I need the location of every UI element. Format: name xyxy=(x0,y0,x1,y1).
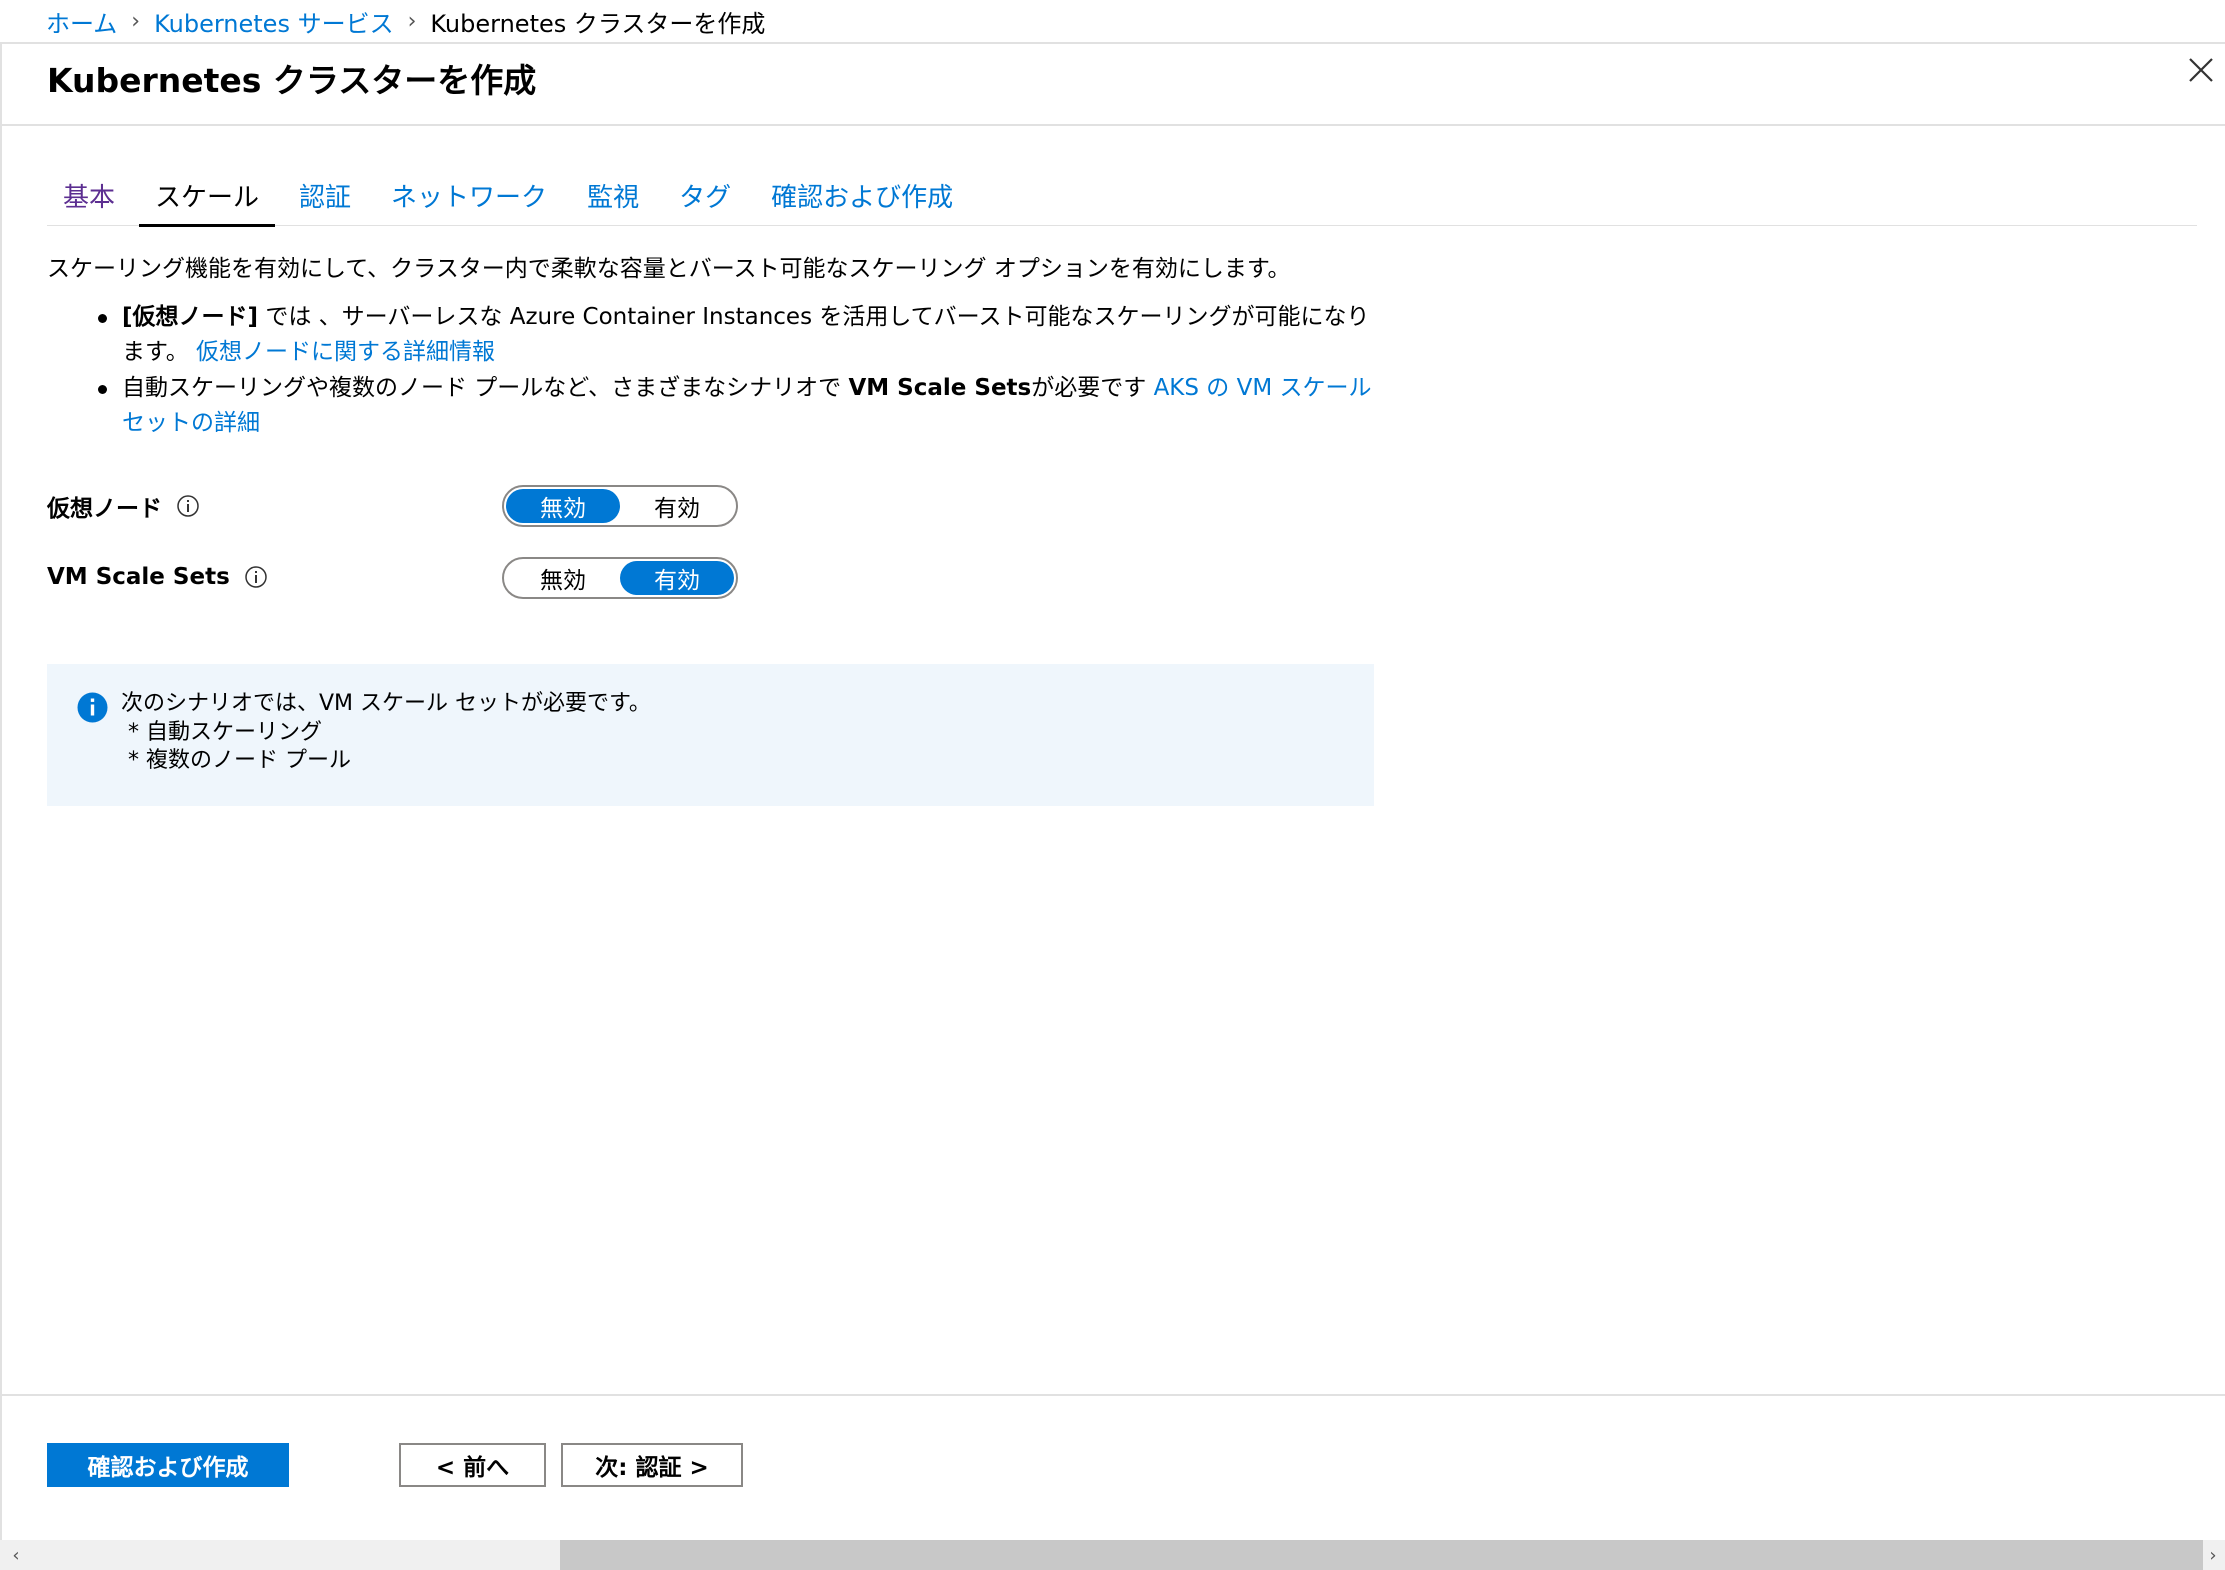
info-icon[interactable] xyxy=(244,565,268,589)
virtual-nodes-toggle: 無効 有効 xyxy=(502,485,738,527)
breadcrumb: ホーム › Kubernetes サービス › Kubernetes クラスター… xyxy=(0,0,2225,42)
list-item: 自動スケーリングや複数のノード プールなど、さまざまなシナリオで VM Scal… xyxy=(90,371,1390,441)
tab-authentication[interactable]: 認証 xyxy=(283,164,367,226)
virtual-nodes-row: 仮想ノード xyxy=(47,484,200,528)
tab-basics[interactable]: 基本 xyxy=(47,164,131,226)
tab-monitoring[interactable]: 監視 xyxy=(571,164,655,226)
virtual-nodes-label: 仮想ノード xyxy=(47,489,200,523)
scrollbar-thumb[interactable] xyxy=(560,1540,2203,1570)
page: ホーム › Kubernetes サービス › Kubernetes クラスター… xyxy=(0,0,2225,1570)
virtual-nodes-enabled-option[interactable]: 有効 xyxy=(620,489,734,523)
horizontal-scrollbar[interactable]: ‹ › xyxy=(0,1540,2225,1570)
scale-description: スケーリング機能を有効にして、クラスター内で柔軟な容量とバースト可能なスケーリン… xyxy=(47,256,1291,282)
virtual-nodes-label-text: 仮想ノード xyxy=(47,496,162,522)
breadcrumb-kubernetes-service[interactable]: Kubernetes サービス xyxy=(154,4,393,39)
vm-scale-sets-label: VM Scale Sets xyxy=(47,564,268,590)
vm-scale-sets-label-text: VM Scale Sets xyxy=(47,564,230,590)
next-button[interactable]: 次: 認証 > xyxy=(561,1443,743,1487)
info-icon[interactable] xyxy=(176,494,200,518)
page-title: Kubernetes クラスターを作成 xyxy=(47,61,537,100)
previous-button[interactable]: < 前へ xyxy=(399,1443,546,1487)
scroll-left-icon[interactable]: ‹ xyxy=(4,1540,28,1570)
review-create-button[interactable]: 確認および作成 xyxy=(47,1443,289,1487)
tab-networking[interactable]: ネットワーク xyxy=(375,164,563,226)
breadcrumb-current: Kubernetes クラスターを作成 xyxy=(430,9,766,38)
virtual-nodes-learn-more-link[interactable]: 仮想ノードに関する詳細情報 xyxy=(196,339,495,365)
info-message-box: 次のシナリオでは、VM スケール セットが必要です。 * 自動スケーリング * … xyxy=(47,664,1374,806)
close-button[interactable] xyxy=(2181,50,2221,90)
bullet-bold-vmss: VM Scale Sets xyxy=(848,375,1032,401)
chevron-right-icon: › xyxy=(131,8,141,34)
info-message-text: 次のシナリオでは、VM スケール セットが必要です。 * 自動スケーリング * … xyxy=(121,691,651,773)
vm-scale-sets-disabled-option[interactable]: 無効 xyxy=(506,561,620,595)
scroll-right-icon[interactable]: › xyxy=(2201,1540,2225,1570)
virtual-nodes-disabled-option[interactable]: 無効 xyxy=(506,489,620,523)
bullet-bold-virtual-nodes: [仮想ノード] xyxy=(122,304,259,330)
list-item: [仮想ノード] では 、サーバーレスな Azure Container Inst… xyxy=(90,300,1390,370)
info-filled-icon xyxy=(77,692,108,723)
bullet-text: 自動スケーリングや複数のノード プールなど、さまざまなシナリオで xyxy=(122,375,849,401)
tab-tags[interactable]: タグ xyxy=(663,164,747,226)
scale-bullets: [仮想ノード] では 、サーバーレスな Azure Container Inst… xyxy=(90,300,1390,442)
vm-scale-sets-row: VM Scale Sets xyxy=(47,555,268,599)
tab-scale[interactable]: スケール xyxy=(139,164,276,227)
vm-scale-sets-enabled-option[interactable]: 有効 xyxy=(620,561,734,595)
create-cluster-panel: Kubernetes クラスターを作成 基本 スケール 認証 ネットワーク 監視… xyxy=(0,42,2225,1542)
tab-review-create[interactable]: 確認および作成 xyxy=(755,164,969,226)
close-icon xyxy=(2189,58,2213,82)
bullet-text: が必要です xyxy=(1031,375,1154,401)
chevron-right-icon: › xyxy=(407,8,417,34)
wizard-tabs: 基本 スケール 認証 ネットワーク 監視 タグ 確認および作成 xyxy=(47,164,2197,227)
wizard-footer: 確認および作成 < 前へ 次: 認証 > xyxy=(2,1394,2225,1544)
breadcrumb-home[interactable]: ホーム xyxy=(46,4,117,39)
panel-header: Kubernetes クラスターを作成 xyxy=(2,44,2225,126)
vm-scale-sets-toggle: 無効 有効 xyxy=(502,557,738,599)
